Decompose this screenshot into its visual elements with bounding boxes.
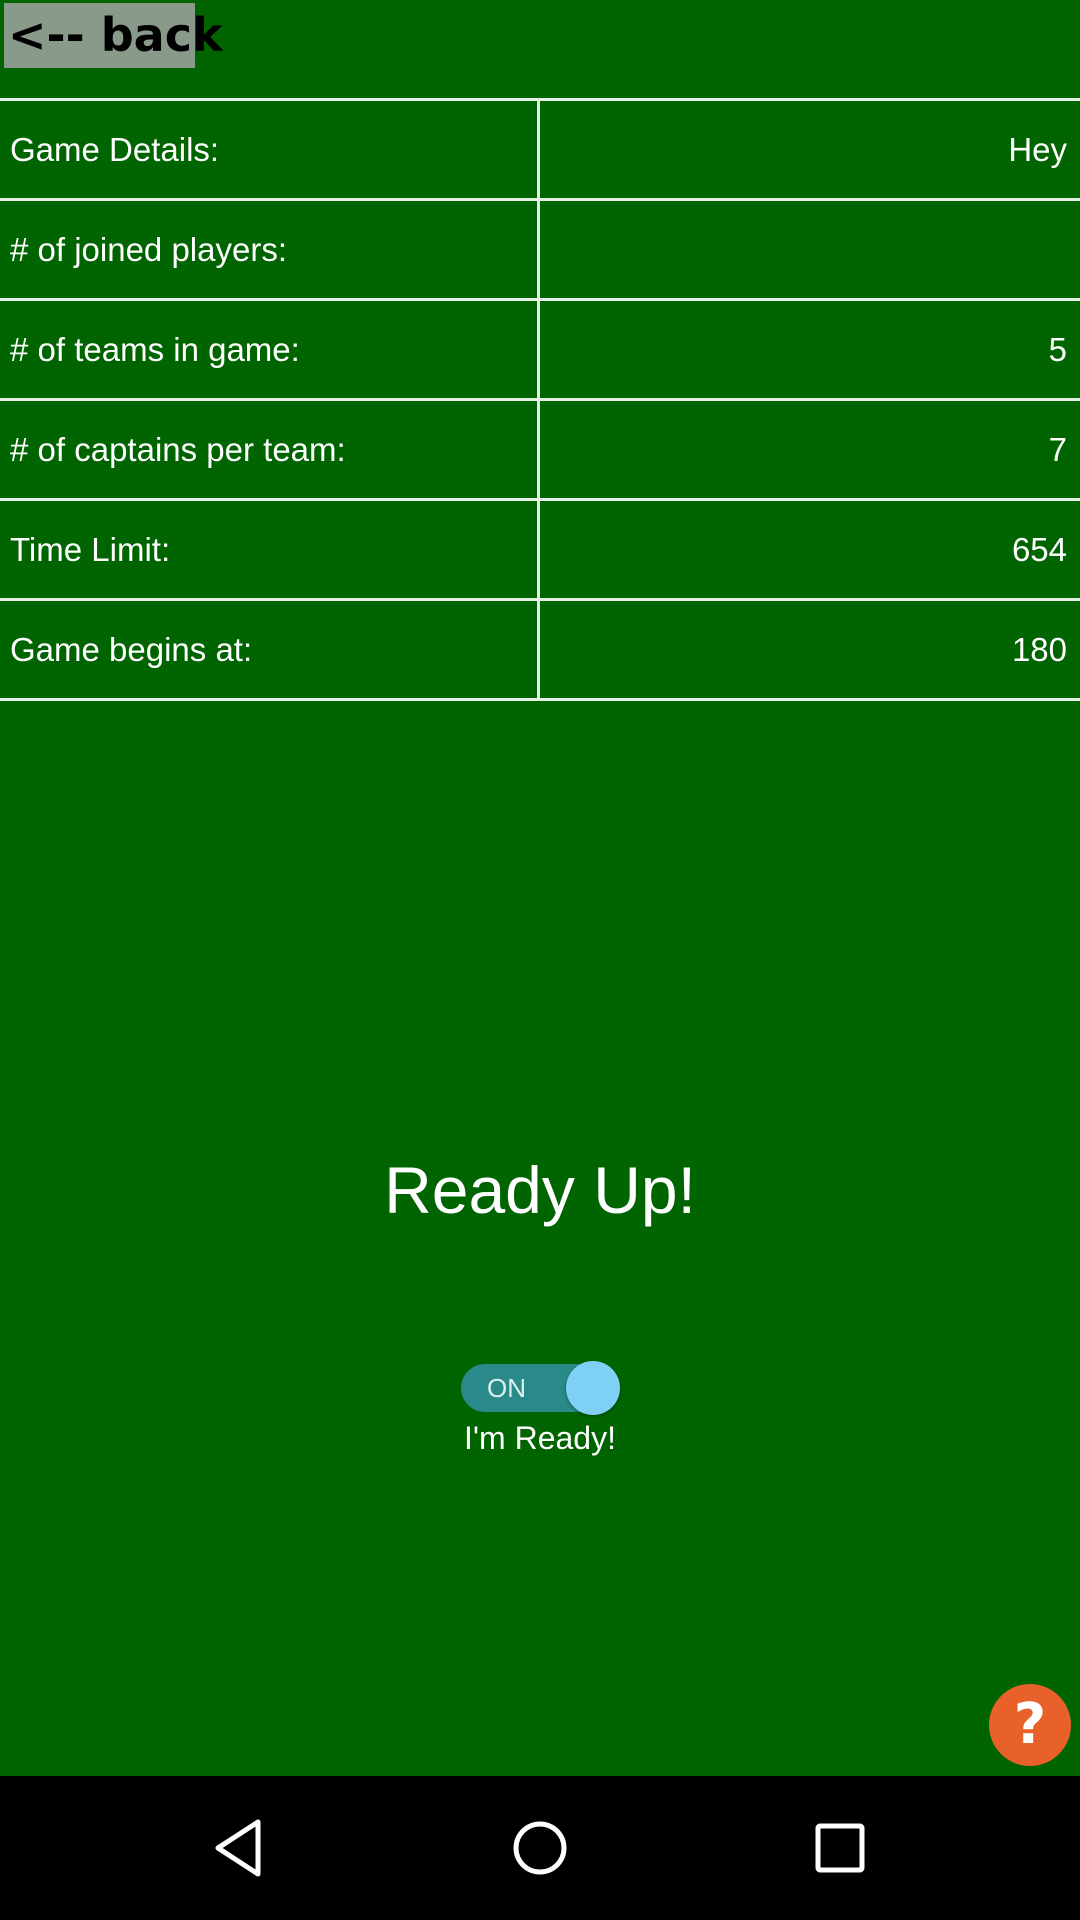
column-divider	[537, 301, 540, 398]
system-navigation-bar	[0, 1776, 1080, 1920]
detail-value: 7	[1048, 431, 1067, 468]
toggle-on-text: ON	[487, 1373, 526, 1403]
nav-back-button[interactable]	[160, 1776, 320, 1920]
detail-value: 654	[1011, 531, 1067, 568]
nav-recents-button[interactable]	[760, 1776, 920, 1920]
table-row: # of captains per team: 7	[0, 398, 1080, 498]
detail-label: # of captains per team:	[10, 431, 346, 468]
ready-up-title: Ready Up!	[384, 1153, 696, 1227]
column-divider	[537, 401, 540, 498]
help-button[interactable]: ?	[989, 1684, 1071, 1766]
nav-recents-icon	[815, 1823, 865, 1873]
detail-label: Time Limit:	[10, 531, 171, 568]
table-row: # of joined players:	[0, 198, 1080, 298]
question-icon: ?	[1013, 1692, 1047, 1757]
table-row: # of teams in game: 5	[0, 298, 1080, 398]
table-row: Time Limit: 654	[0, 498, 1080, 598]
back-button[interactable]: <-- back	[4, 3, 223, 68]
table-row: Game Details: Hey	[0, 98, 1080, 198]
detail-value: Hey	[1008, 131, 1067, 168]
table-row: Game begins at: 180	[0, 598, 1080, 701]
column-divider	[537, 101, 540, 198]
nav-back-icon	[215, 1819, 261, 1877]
column-divider	[537, 501, 540, 598]
column-divider	[537, 201, 540, 298]
detail-label: # of teams in game:	[10, 331, 300, 368]
ready-toggle-switch[interactable]: ON	[461, 1361, 620, 1415]
nav-home-icon	[513, 1821, 567, 1875]
column-divider	[537, 601, 540, 698]
nav-home-button[interactable]	[460, 1776, 620, 1920]
game-details-table: Game Details: Hey # of joined players: #…	[0, 98, 1080, 701]
ready-label: I'm Ready!	[464, 1420, 616, 1456]
game-lobby-screen: <-- back Game Details: Hey # of joined p…	[0, 0, 1080, 1920]
detail-value: 180	[1011, 631, 1067, 668]
detail-label: Game begins at:	[10, 631, 253, 668]
detail-label: Game Details:	[10, 131, 220, 168]
detail-label: # of joined players:	[10, 231, 288, 268]
toggle-knob	[566, 1361, 620, 1415]
detail-value: 5	[1048, 331, 1067, 368]
